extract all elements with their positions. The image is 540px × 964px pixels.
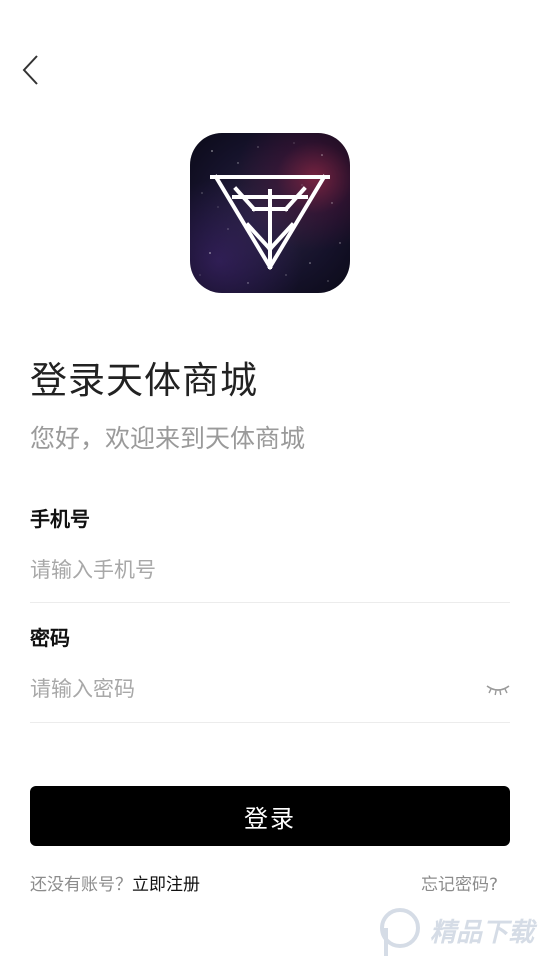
forgot-password-link[interactable]: 忘记密码? xyxy=(421,870,498,895)
phone-input[interactable] xyxy=(30,550,480,590)
back-button[interactable] xyxy=(12,52,48,92)
app-logo xyxy=(190,133,350,293)
welcome-subtitle: 您好，欢迎来到天体商城 xyxy=(30,424,306,453)
eye-closed-icon xyxy=(484,683,512,702)
password-label: 密码 xyxy=(30,626,70,650)
password-input[interactable] xyxy=(30,669,470,709)
page-title: 登录天体商城 xyxy=(30,359,258,402)
register-link[interactable]: 立即注册 xyxy=(132,875,200,895)
password-visibility-toggle[interactable] xyxy=(484,680,512,698)
chevron-left-icon xyxy=(20,53,40,91)
phone-label: 手机号 xyxy=(30,507,90,531)
footer-links: 还没有账号？立即注册 忘记密码? xyxy=(30,870,510,898)
phone-divider xyxy=(30,602,510,603)
no-account-text: 还没有账号？ xyxy=(30,875,132,895)
watermark-logo: 精品下载 xyxy=(372,898,540,960)
watermark-text: 精品下载 xyxy=(430,918,535,948)
login-button[interactable]: 登录 xyxy=(30,786,510,846)
password-divider xyxy=(30,722,510,723)
